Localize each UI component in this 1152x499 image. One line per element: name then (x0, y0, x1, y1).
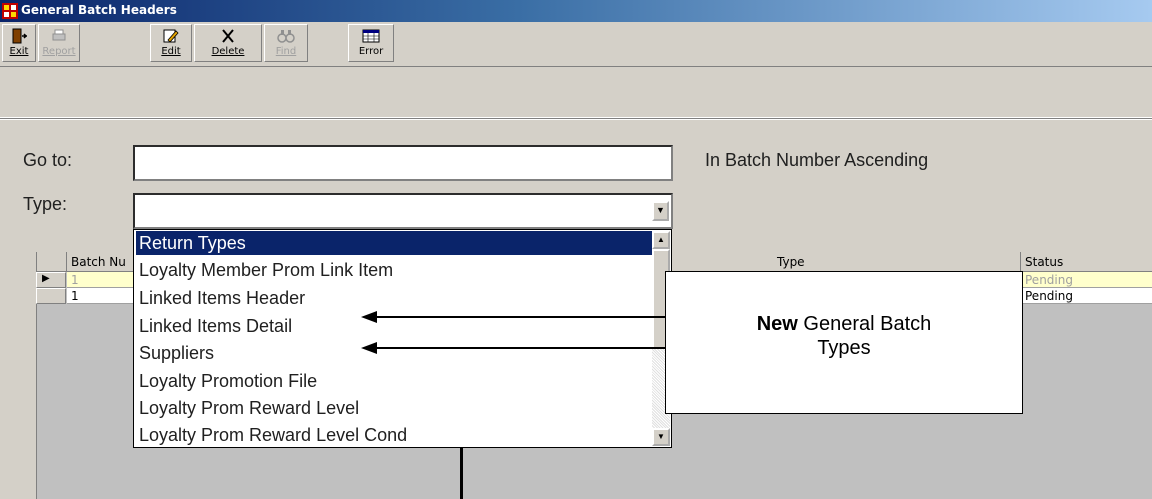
row-selector[interactable]: ▶ (36, 272, 66, 288)
report-button[interactable]: Report (38, 24, 80, 62)
chevron-up-icon: ▲ (657, 235, 665, 244)
status-cell[interactable]: Pending (1021, 288, 1152, 304)
window-title: General Batch Headers (21, 3, 177, 17)
row-header-corner (37, 252, 67, 272)
error-button[interactable]: Error (348, 24, 394, 62)
type-combobox[interactable]: ▼ (133, 193, 673, 229)
delete-button[interactable]: Delete (194, 24, 262, 62)
list-item[interactable]: Loyalty Promotion File (136, 369, 652, 393)
chevron-down-icon: ▼ (657, 432, 665, 441)
goto-label: Go to: (23, 150, 73, 170)
type-label: Type: (23, 194, 68, 214)
column-header-type[interactable]: Type (671, 252, 1021, 272)
annotation-callout: New General Batch Types (665, 271, 1023, 414)
chevron-down-icon: ▼ (656, 205, 665, 215)
edit-label: Edit (161, 46, 181, 57)
find-label: Find (275, 46, 297, 57)
list-item[interactable]: Loyalty Member Prom Link Item (136, 258, 652, 282)
combo-dropdown-button[interactable]: ▼ (652, 201, 669, 221)
edit-pencil-icon (163, 29, 179, 43)
exit-button[interactable]: Exit (2, 24, 36, 62)
list-item[interactable]: Loyalty Prom Reward Level (136, 396, 652, 420)
callout-bold: New (756, 313, 798, 335)
status-cell[interactable]: Pending (1021, 272, 1152, 288)
exit-door-icon (12, 28, 28, 44)
current-row-arrow-icon: ▶ (42, 273, 50, 284)
callout-text-1: General Batch (797, 313, 932, 335)
list-item[interactable]: Return Types (136, 231, 652, 255)
report-label: Report (42, 46, 76, 57)
app-icon (2, 3, 18, 19)
callout-arrows (361, 311, 665, 354)
row-selector[interactable] (36, 288, 66, 304)
sort-order-text: In Batch Number Ascending (705, 150, 929, 170)
delete-label: Delete (211, 46, 245, 57)
binoculars-icon (277, 30, 295, 43)
exit-label: Exit (9, 46, 29, 57)
toolbar: Exit Report Edit Delete Find Error (0, 22, 1152, 66)
printer-icon (52, 29, 66, 41)
callout-text-2: Types (817, 337, 871, 359)
column-header-status[interactable]: Status (1021, 252, 1152, 272)
scroll-up-button[interactable]: ▲ (652, 231, 670, 249)
title-bar: General Batch Headers (0, 0, 1152, 22)
goto-input[interactable] (133, 145, 673, 181)
toolbar-band (0, 66, 1152, 118)
scroll-down-button[interactable]: ▼ (652, 428, 670, 446)
list-item[interactable]: Loyalty Prom Reward Level Cond (136, 423, 652, 447)
delete-x-icon (222, 29, 234, 43)
separator (0, 118, 1152, 120)
grid-table-icon (362, 29, 380, 43)
error-label: Error (358, 46, 384, 57)
find-button[interactable]: Find (264, 24, 308, 62)
edit-button[interactable]: Edit (150, 24, 192, 62)
